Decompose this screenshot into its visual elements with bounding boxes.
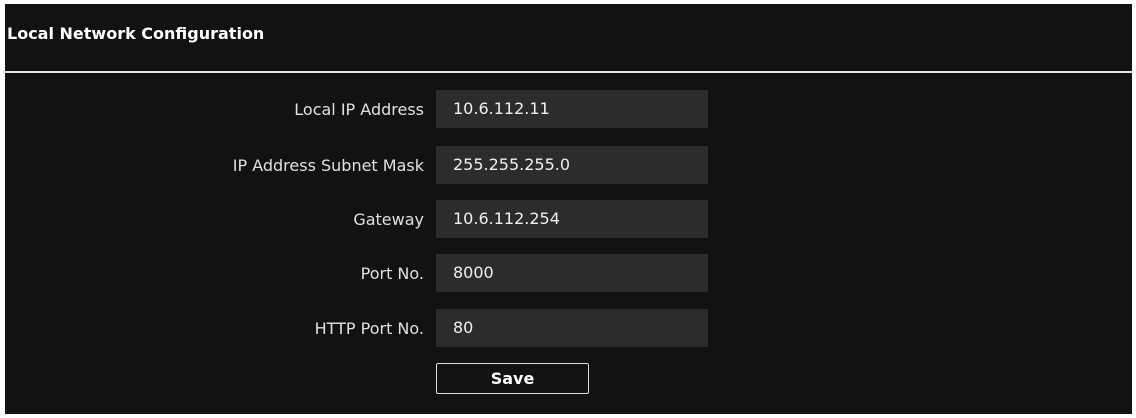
http-port-label: HTTP Port No. bbox=[314, 319, 424, 338]
field-row-gateway: Gateway bbox=[5, 200, 1132, 238]
save-button[interactable]: Save bbox=[436, 363, 589, 394]
port-label: Port No. bbox=[360, 264, 424, 283]
field-row-port: Port No. bbox=[5, 254, 1132, 292]
section-title: Local Network Configuration bbox=[7, 24, 265, 43]
subnet-mask-input[interactable] bbox=[436, 146, 708, 184]
page-frame: Local Network Configuration Local IP Add… bbox=[0, 0, 1136, 418]
subnet-mask-label: IP Address Subnet Mask bbox=[232, 156, 424, 175]
network-config-panel: Local Network Configuration Local IP Add… bbox=[5, 4, 1132, 414]
field-row-http-port: HTTP Port No. bbox=[5, 309, 1132, 347]
field-row-local-ip: Local IP Address bbox=[5, 90, 1132, 128]
http-port-input[interactable] bbox=[436, 309, 708, 347]
port-input[interactable] bbox=[436, 254, 708, 292]
panel-header: Local Network Configuration bbox=[5, 4, 1132, 70]
field-row-subnet-mask: IP Address Subnet Mask bbox=[5, 146, 1132, 184]
local-ip-label: Local IP Address bbox=[294, 100, 424, 119]
gateway-input[interactable] bbox=[436, 200, 708, 238]
gateway-label: Gateway bbox=[353, 210, 424, 229]
header-divider bbox=[5, 71, 1132, 73]
local-ip-input[interactable] bbox=[436, 90, 708, 128]
